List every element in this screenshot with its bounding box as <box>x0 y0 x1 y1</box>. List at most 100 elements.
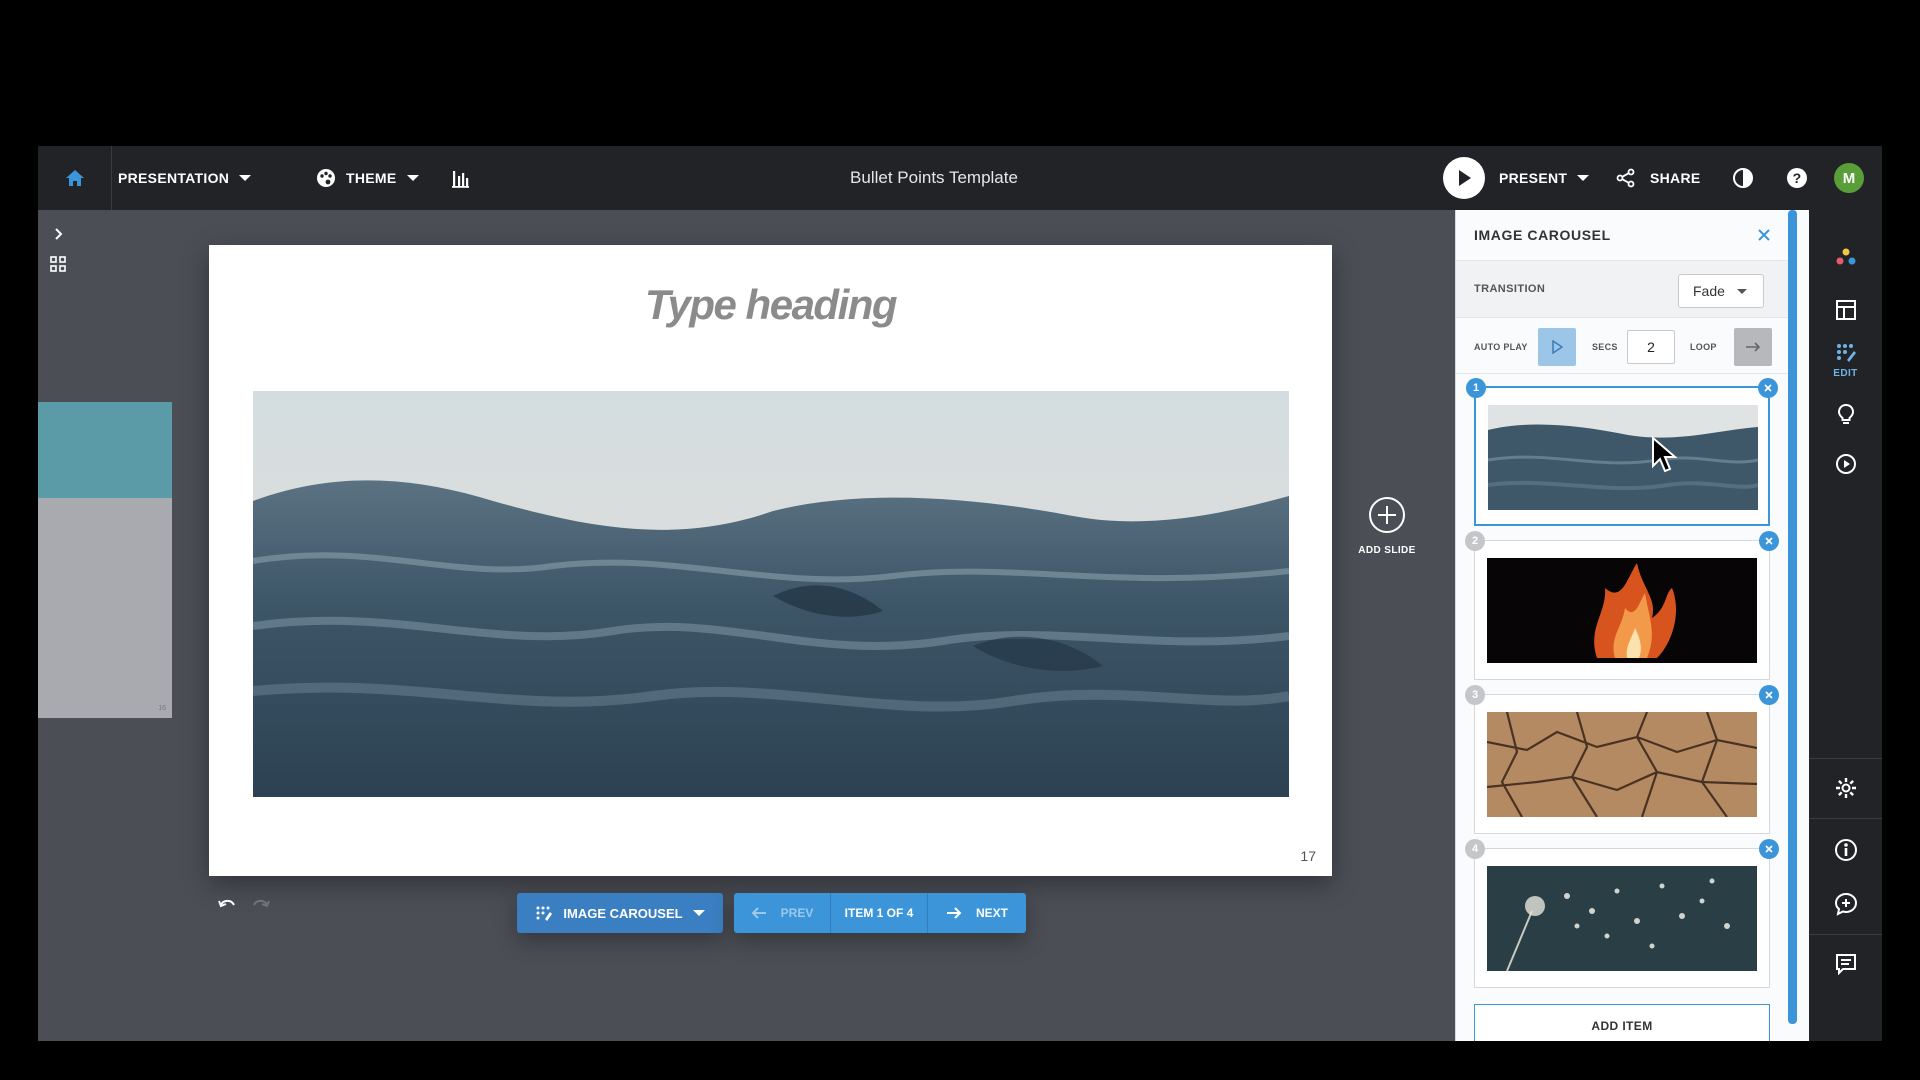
thumbnail-number: 16 <box>158 705 166 712</box>
close-icon <box>1765 537 1773 545</box>
theme-menu[interactable]: THEME <box>316 146 419 210</box>
close-icon <box>1764 384 1772 392</box>
plus-circle-icon <box>1369 497 1405 533</box>
present-button[interactable]: PRESENT <box>1443 146 1590 210</box>
play-circle <box>1443 157 1485 199</box>
gear-icon <box>1835 778 1856 798</box>
presentation-menu[interactable]: PRESENTATION <box>118 146 252 210</box>
autoplay-toggle[interactable] <box>1538 328 1576 366</box>
carousel-item[interactable]: 4 <box>1465 839 1779 988</box>
remove-item-button[interactable] <box>1759 531 1779 551</box>
close-panel-button[interactable] <box>1753 224 1775 246</box>
help-button[interactable]: ? <box>1786 146 1808 210</box>
analytics-button[interactable] <box>450 146 470 210</box>
image-carousel-label: IMAGE CAROUSEL <box>563 905 683 921</box>
panel-title: IMAGE CAROUSEL <box>1474 227 1611 243</box>
item-counter: ITEM 1 OF 4 <box>831 893 928 933</box>
rail-divider <box>1809 934 1882 935</box>
next-button[interactable]: NEXT <box>928 893 1026 933</box>
remove-item-button[interactable] <box>1759 839 1779 859</box>
close-icon <box>1765 691 1773 699</box>
remove-item-button[interactable] <box>1758 378 1778 398</box>
tool-rail: EDIT <box>1809 210 1882 1041</box>
chevron-down-icon <box>239 175 252 181</box>
carousel-item[interactable]: 2 <box>1465 531 1779 680</box>
slide-number: 17 <box>1300 848 1316 864</box>
undo-button[interactable] <box>218 896 238 917</box>
chevron-down-icon <box>1577 175 1590 181</box>
user-avatar[interactable]: M <box>1834 163 1864 193</box>
add-item-button[interactable]: ADD ITEM <box>1474 1004 1770 1041</box>
image-carousel-menu[interactable]: IMAGE CAROUSEL <box>517 893 723 933</box>
slide-thumbnail[interactable]: 16 <box>38 402 172 718</box>
carousel-item[interactable]: 1 <box>1466 378 1778 526</box>
ocean-waves-image <box>253 391 1289 797</box>
prev-button[interactable]: PREV <box>734 893 831 933</box>
accessibility-icon <box>1834 839 1857 861</box>
loop-label: LOOP <box>1690 342 1717 352</box>
panel-scrollbar[interactable] <box>1788 210 1797 1024</box>
arrow-right-icon <box>1746 342 1761 352</box>
next-label: NEXT <box>975 906 1008 920</box>
carousel-item[interactable]: 3 <box>1465 685 1779 834</box>
remove-item-button[interactable] <box>1759 685 1779 705</box>
bar-chart-icon <box>452 171 469 188</box>
ocean-waves-thumbnail <box>1488 405 1758 510</box>
thumbnail-header-block <box>38 402 172 498</box>
image-carousel-panel: IMAGE CAROUSEL TRANSITION Fade AUTO PLAY… <box>1455 210 1809 1041</box>
cracked-earth-thumbnail <box>1487 712 1757 817</box>
transition-row: TRANSITION Fade <box>1456 260 1796 318</box>
prev-label: PREV <box>780 906 814 920</box>
secs-label: SECS <box>1592 342 1618 352</box>
comments-button[interactable] <box>1809 878 1882 930</box>
fire-flames-thumbnail <box>1487 558 1757 663</box>
accessibility-button[interactable] <box>1809 824 1882 876</box>
home-icon <box>65 170 84 186</box>
edit-label: EDIT <box>1833 367 1858 379</box>
presentation-menu-label: PRESENTATION <box>118 170 230 186</box>
share-button[interactable]: SHARE <box>1616 146 1701 210</box>
ideas-button[interactable] <box>1809 390 1882 438</box>
layout-button[interactable] <box>1809 286 1882 334</box>
add-slide-button[interactable]: ADD SLIDE <box>1354 496 1420 556</box>
play-circle-icon <box>1835 454 1856 474</box>
secs-input[interactable]: 2 <box>1627 330 1675 364</box>
notes-button[interactable] <box>1809 938 1882 990</box>
expand-sidebar-button[interactable] <box>48 224 68 244</box>
loop-toggle[interactable] <box>1734 328 1772 366</box>
contrast-toggle[interactable] <box>1732 146 1754 210</box>
components-icon <box>1836 248 1855 265</box>
rail-divider <box>1809 818 1882 819</box>
chevron-down-icon <box>692 910 705 916</box>
grid-view-button[interactable] <box>48 254 68 274</box>
autoplay-label: AUTO PLAY <box>1474 342 1528 352</box>
share-label: SHARE <box>1650 170 1701 186</box>
redo-button[interactable] <box>250 896 270 917</box>
undo-icon <box>218 899 235 908</box>
svg-text:?: ? <box>1793 170 1802 186</box>
settings-button[interactable] <box>1809 762 1882 814</box>
item-number: 3 <box>1465 685 1485 705</box>
item-number: 1 <box>1466 378 1486 398</box>
dandelion-seeds-thumbnail <box>1487 866 1757 971</box>
notes-icon <box>1835 954 1856 975</box>
share-icon <box>1616 168 1635 188</box>
arrow-right-icon <box>946 907 962 919</box>
animation-button[interactable] <box>1809 440 1882 488</box>
add-slide-label: ADD SLIDE <box>1358 545 1416 556</box>
carousel-image[interactable] <box>253 391 1289 797</box>
chevron-right-icon <box>55 228 63 240</box>
slide-heading[interactable]: Type heading <box>209 281 1332 329</box>
item-number: 4 <box>1465 839 1485 859</box>
play-outline-icon <box>1552 340 1563 354</box>
comment-add-icon <box>1834 892 1857 916</box>
components-button[interactable] <box>1809 234 1882 282</box>
present-label: PRESENT <box>1499 170 1568 186</box>
play-icon <box>1459 170 1471 186</box>
edit-button[interactable]: EDIT <box>1809 330 1882 390</box>
slide-canvas[interactable]: Type heading 17 <box>209 245 1332 876</box>
home-button[interactable] <box>38 146 112 210</box>
mouse-cursor <box>1651 435 1678 479</box>
transition-select[interactable]: Fade <box>1678 274 1764 308</box>
item-number: 2 <box>1465 531 1485 551</box>
